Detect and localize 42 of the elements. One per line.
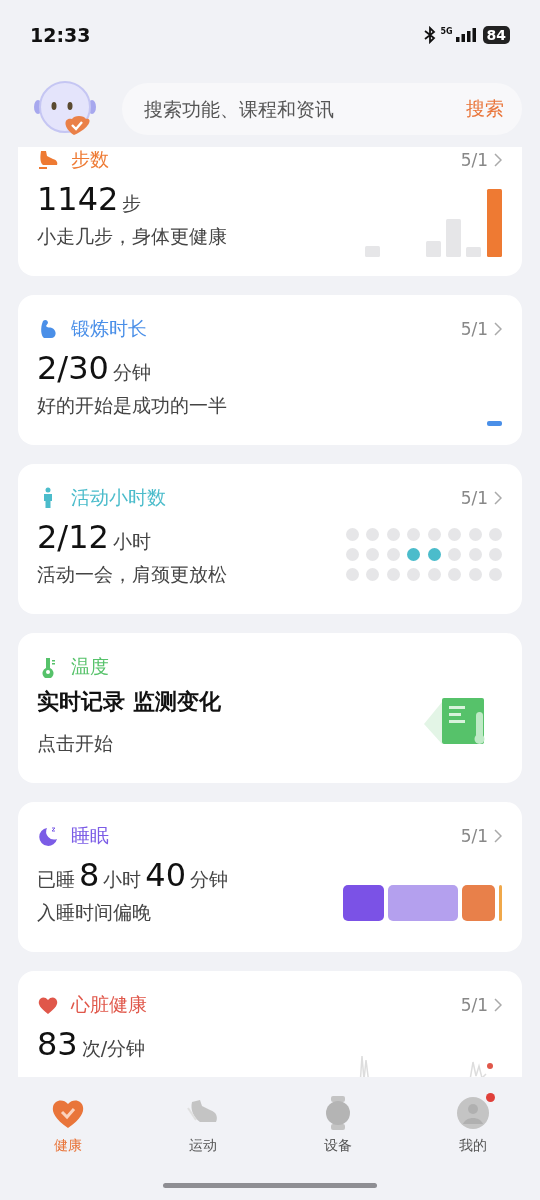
metric-unit: 小时 <box>103 867 142 892</box>
metric-unit: 步 <box>122 191 142 216</box>
metric-unit: 小时 <box>112 529 151 554</box>
metric-unit: 分钟 <box>112 360 151 385</box>
card-date: 5/1 <box>460 826 488 846</box>
metric-value: 83 <box>37 1025 78 1063</box>
nav-tab[interactable]: 我的 <box>405 1095 540 1175</box>
status-time: 12:33 <box>30 24 91 46</box>
card-background[interactable]: 锻炼时长 5/1 2/30 分钟 好的开始是成功的一半 <box>18 295 522 445</box>
card-subtitle: 好的开始是成功的一半 <box>37 393 227 418</box>
card-subtitle: 小走几步，身体更健康 <box>37 224 227 249</box>
card-title: 温度 <box>71 654 110 679</box>
card-title: 步数 <box>71 147 110 172</box>
metric-value: 2/12 <box>37 518 109 556</box>
card-title: 锻炼时长 <box>71 316 148 341</box>
card-subtitle: 点击开始 <box>37 731 114 756</box>
battery-indicator: 84 <box>482 26 510 44</box>
metric-unit: 分钟 <box>190 867 229 892</box>
card-background[interactable]: 心脏健康 5/1 83 次/分钟 <box>18 971 522 1077</box>
card-date: 5/1 <box>460 488 488 508</box>
network-label: 5G <box>440 27 453 36</box>
metric-value: 40 <box>145 856 187 894</box>
card-subtitle: 入睡时间偏晚 <box>37 900 152 925</box>
card-date: 5/1 <box>460 995 488 1015</box>
card-title: 活动小时数 <box>71 485 167 510</box>
nav-tab[interactable]: 运动 <box>135 1095 270 1175</box>
card-date: 5/1 <box>460 319 488 339</box>
card-headline: 实时记录 监测变化 <box>37 688 221 716</box>
metric-unit: 次/分钟 <box>81 1036 146 1061</box>
card-title: 睡眠 <box>71 823 110 848</box>
metric-unit: 已睡 <box>37 867 75 892</box>
nav-tab[interactable]: 设备 <box>270 1095 405 1175</box>
card-background[interactable]: 温度 实时记录 监测变化 点击开始 <box>18 633 522 783</box>
metric-value: 8 <box>79 856 100 894</box>
card-background[interactable]: 睡眠 5/1 已睡 8 小时 40 分钟 入睡时间偏晚 <box>18 802 522 952</box>
card-background[interactable]: 活动小时数 5/1 2/12 小时 活动一会，肩颈更放松 <box>18 464 522 614</box>
metric-value: 1142 <box>37 180 119 218</box>
card-subtitle: 活动一会，肩颈更放松 <box>37 562 227 587</box>
card-title: 心脏健康 <box>71 992 148 1017</box>
card-background[interactable]: 步数 5/1 1142 步 小走几步，身体更健康 <box>18 147 522 276</box>
card-date: 5/1 <box>460 150 488 170</box>
metric-value: 2/30 <box>37 349 109 387</box>
